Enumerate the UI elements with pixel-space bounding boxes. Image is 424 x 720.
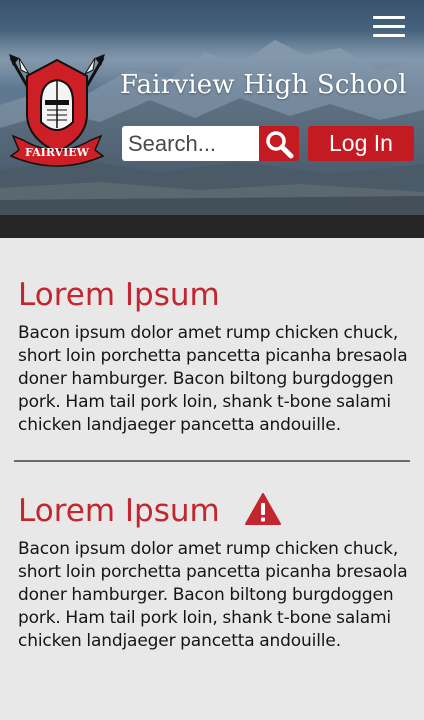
site-header: FAIRVIEW Fairview High School Log In bbox=[0, 0, 424, 215]
header-divider-bar bbox=[0, 215, 424, 238]
article-title-text: Lorem Ipsum bbox=[18, 276, 220, 313]
warning-icon bbox=[244, 493, 281, 525]
article: Lorem Ipsum Bacon ipsum dolor amet rump … bbox=[18, 238, 410, 437]
school-logo[interactable]: FAIRVIEW bbox=[5, 52, 109, 172]
knight-crest-icon: FAIRVIEW bbox=[9, 54, 105, 167]
article-body: Bacon ipsum dolor amet rump chicken chuc… bbox=[18, 322, 408, 435]
search-icon bbox=[266, 131, 294, 159]
main-content: Lorem Ipsum Bacon ipsum dolor amet rump … bbox=[0, 238, 424, 653]
school-name[interactable]: Fairview High School bbox=[120, 66, 407, 104]
article-body: Bacon ipsum dolor amet rump chicken chuc… bbox=[18, 539, 408, 651]
login-button[interactable]: Log In bbox=[308, 126, 414, 161]
search-button[interactable] bbox=[259, 126, 299, 161]
hamburger-menu-icon[interactable] bbox=[370, 14, 408, 40]
logo-banner-text: FAIRVIEW bbox=[25, 146, 90, 159]
article-title[interactable]: Lorem Ipsum bbox=[18, 271, 410, 317]
search-input[interactable] bbox=[122, 126, 260, 161]
article-title[interactable]: Lorem Ipsum bbox=[18, 488, 410, 534]
article-title-text: Lorem Ipsum bbox=[18, 493, 220, 529]
article: Lorem Ipsum Bacon ipsum dolor amet rump … bbox=[18, 462, 410, 654]
